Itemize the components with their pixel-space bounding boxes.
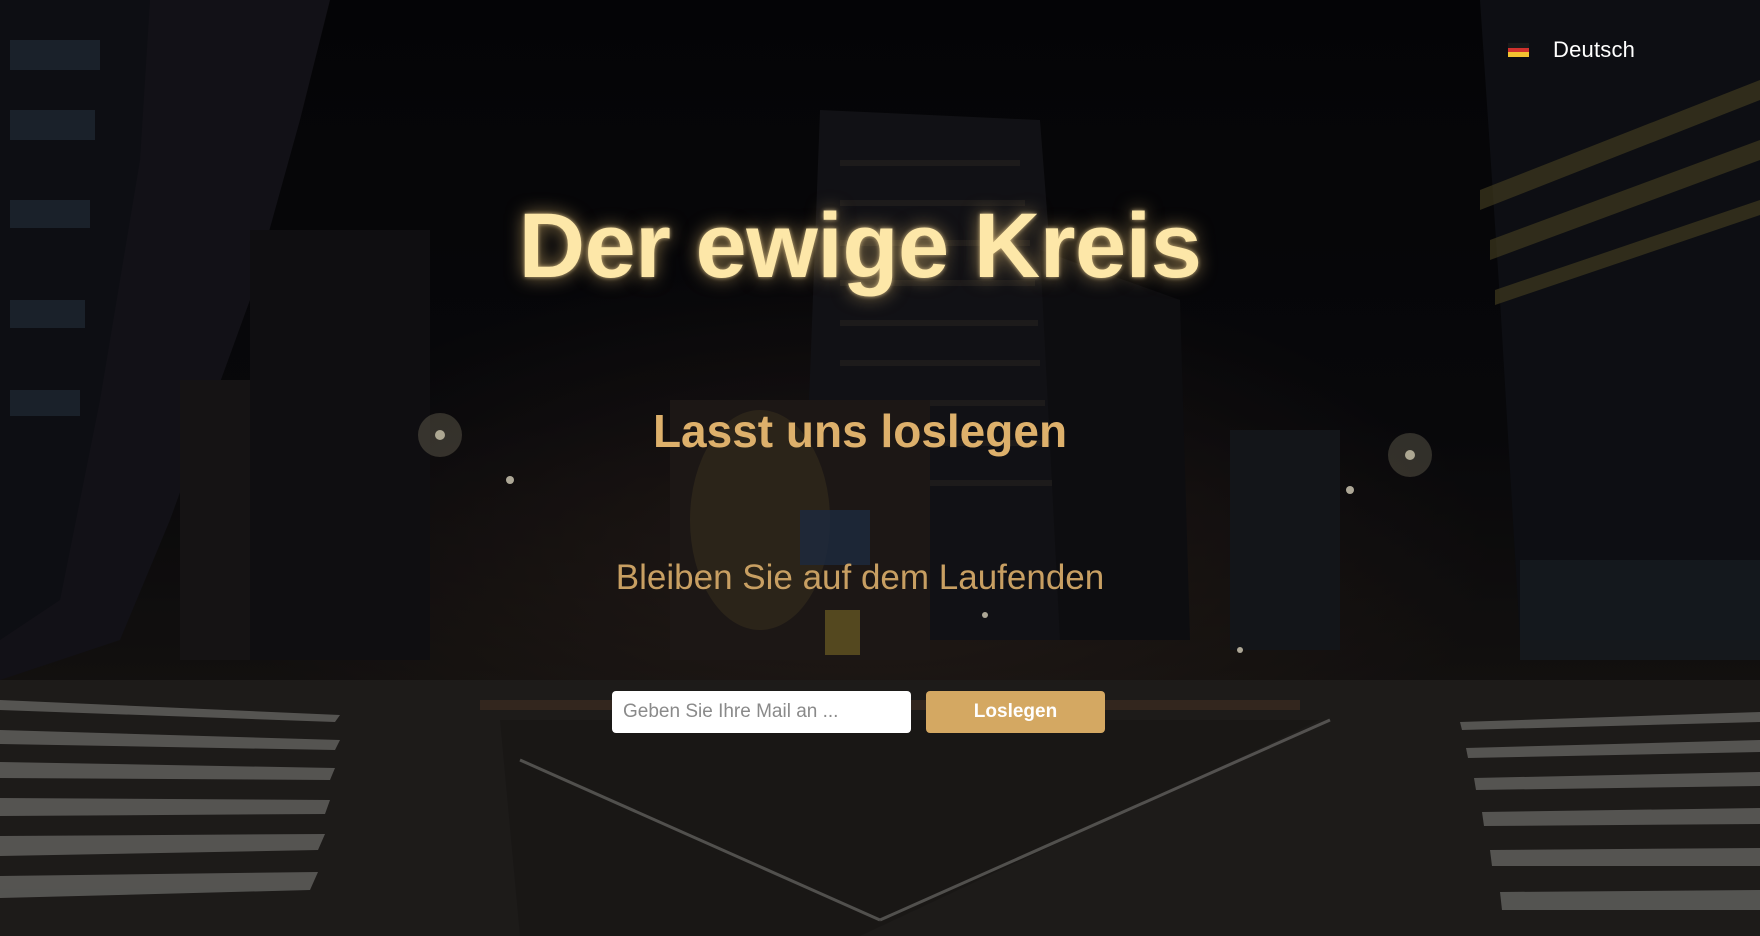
hero-tagline: Bleiben Sie auf dem Laufenden bbox=[615, 558, 1105, 597]
hero-subtitle: Lasst uns loslegen bbox=[652, 405, 1068, 457]
dark-overlay bbox=[0, 0, 1760, 936]
page-title: Der ewige Kreis bbox=[518, 195, 1202, 297]
language-label: Deutsch bbox=[1553, 37, 1636, 62]
loslegen-button[interactable]: Loslegen bbox=[926, 691, 1105, 733]
germany-flag-icon bbox=[1508, 43, 1529, 58]
newsletter-signup-form: Loslegen bbox=[612, 691, 1105, 733]
email-input[interactable] bbox=[612, 691, 911, 733]
language-selector[interactable]: Deutsch bbox=[1508, 34, 1635, 66]
flag-stripe-gold bbox=[1508, 52, 1529, 58]
